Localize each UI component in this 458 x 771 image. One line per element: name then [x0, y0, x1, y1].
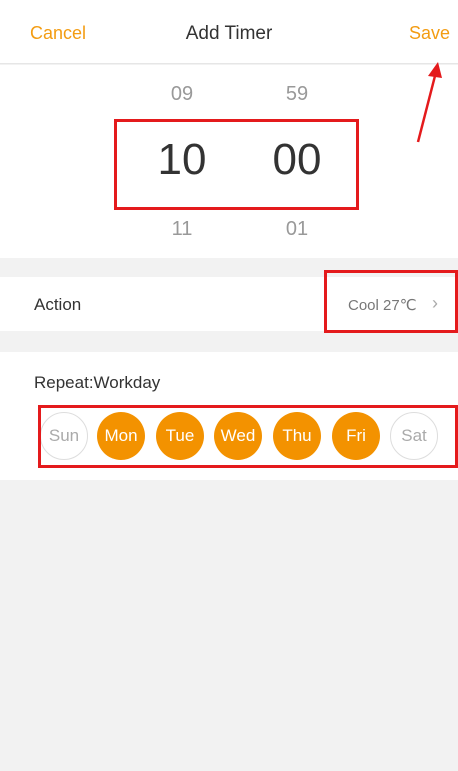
annotation-arrow-icon — [416, 62, 442, 143]
action-label: Action — [34, 295, 82, 314]
minute-next[interactable]: 01 — [257, 218, 337, 241]
action-highlight-annotation — [324, 270, 458, 333]
hour-next[interactable]: 11 — [142, 218, 222, 241]
save-button[interactable]: Save — [409, 23, 450, 44]
days-highlight-annotation — [38, 405, 458, 468]
time-highlight-annotation — [114, 119, 359, 210]
header-bar: Cancel Add Timer Save — [0, 0, 458, 64]
repeat-label: Repeat:Workday — [34, 373, 161, 392]
hour-prev[interactable]: 09 — [142, 83, 222, 106]
minute-prev[interactable]: 59 — [257, 83, 337, 106]
page-title: Add Timer — [185, 23, 273, 44]
